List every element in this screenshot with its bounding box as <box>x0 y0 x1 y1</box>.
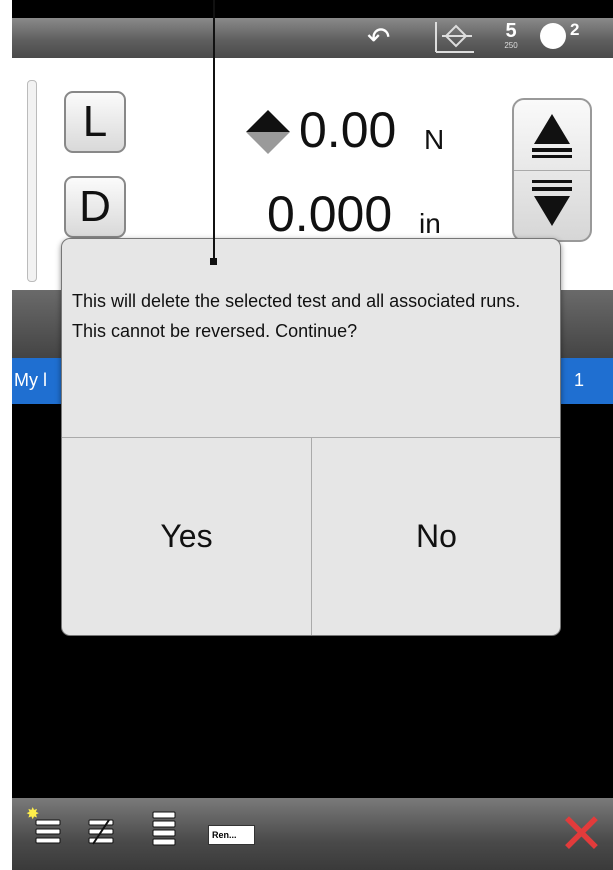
limit-count: 2 <box>570 20 580 39</box>
speed-sub: 250 <box>504 41 518 50</box>
position-slider[interactable] <box>27 80 37 282</box>
callout-line <box>213 0 215 262</box>
edit-test-icon[interactable] <box>87 816 119 855</box>
distance-button[interactable]: D <box>64 176 126 238</box>
jog-down-button[interactable] <box>514 170 590 240</box>
position-value: 0.000 <box>267 186 393 242</box>
load-button[interactable]: L <box>64 91 126 153</box>
close-icon[interactable]: ✕ <box>558 806 605 862</box>
no-button[interactable]: No <box>312 438 560 635</box>
speed-value: 5 <box>505 20 517 42</box>
device-screen: ↶ 5 250 L 2 L D 0.00 N 0.000 in My l 1 ✸… <box>12 0 613 870</box>
yes-button[interactable]: Yes <box>62 438 311 635</box>
arrow-down-icon <box>532 180 572 226</box>
limit-icon[interactable]: L <box>540 23 566 49</box>
test-run-count: 1 <box>574 370 585 390</box>
jog-control <box>512 98 592 242</box>
new-test-icon[interactable] <box>34 816 64 855</box>
top-toolbar: ↶ 5 250 L 2 <box>12 18 613 58</box>
list-runs-icon[interactable] <box>149 810 183 857</box>
balance-icon[interactable] <box>432 20 476 54</box>
direction-diamond-icon <box>244 110 292 154</box>
bottom-toolbar: ✸ Ren... ✕ <box>12 798 613 870</box>
force-value: 0.00 <box>299 102 397 158</box>
callout-dot <box>210 258 217 265</box>
position-unit: in <box>419 208 441 239</box>
undo-icon[interactable]: ↶ <box>367 22 390 54</box>
test-name: My l <box>14 370 47 390</box>
jog-up-button[interactable] <box>514 100 590 171</box>
force-unit: N <box>424 124 445 155</box>
arrow-up-icon <box>532 114 572 158</box>
confirm-delete-dialog: This will delete the selected test and a… <box>61 238 561 636</box>
dialog-message: This will delete the selected test and a… <box>72 291 521 341</box>
speed-icon[interactable]: 5 250 <box>496 21 526 55</box>
rename-button[interactable]: Ren... <box>208 825 255 845</box>
